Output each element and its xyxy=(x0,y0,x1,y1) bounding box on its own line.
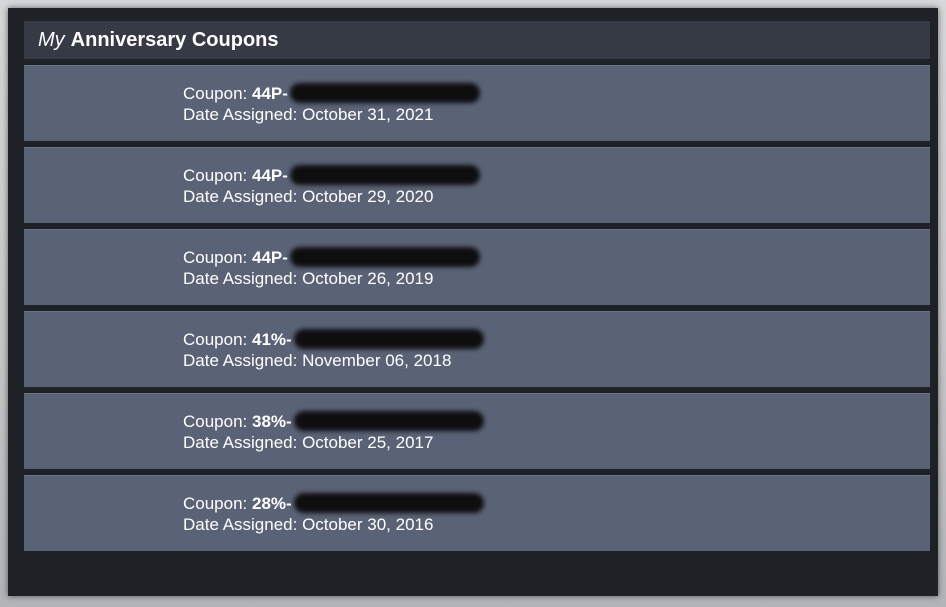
date-assigned-label: Date Assigned: xyxy=(183,351,303,370)
redacted-code xyxy=(289,83,480,103)
panel-header: My Anniversary Coupons xyxy=(24,21,930,59)
date-assigned-label: Date Assigned: xyxy=(183,269,303,288)
date-assigned-value: October 26, 2019 xyxy=(302,269,434,288)
coupon-label: Coupon: xyxy=(183,494,252,513)
coupon-list: Coupon: 44P- Date Assigned: October 31, … xyxy=(24,65,930,557)
coupon-row: Coupon: 44P- Date Assigned: October 31, … xyxy=(24,65,930,141)
redacted-code xyxy=(293,493,484,513)
date-assigned-label: Date Assigned: xyxy=(183,105,303,124)
coupon-row: Coupon: 44P- Date Assigned: October 26, … xyxy=(24,229,930,305)
coupon-label: Coupon: xyxy=(183,84,252,103)
date-assigned-value: October 29, 2020 xyxy=(302,187,434,206)
coupon-label: Coupon: xyxy=(183,248,252,267)
redacted-code xyxy=(289,247,480,267)
redacted-code xyxy=(289,165,480,185)
coupon-row: Coupon: 44P- Date Assigned: October 29, … xyxy=(24,147,930,223)
header-my-label: My xyxy=(38,28,65,51)
coupon-code-prefix: 28%- xyxy=(252,494,292,513)
redacted-code xyxy=(293,329,484,349)
date-assigned-value: October 25, 2017 xyxy=(302,433,434,452)
coupon-label: Coupon: xyxy=(183,166,252,185)
coupon-row: Coupon: 41%- Date Assigned: November 06,… xyxy=(24,311,930,387)
page-title: Anniversary Coupons xyxy=(70,28,279,51)
coupon-code-prefix: 38%- xyxy=(252,412,292,431)
coupon-label: Coupon: xyxy=(183,330,252,349)
coupon-code-prefix: 44P- xyxy=(252,248,288,267)
date-assigned-label: Date Assigned: xyxy=(183,187,303,206)
date-assigned-value: November 06, 2018 xyxy=(302,351,452,370)
coupon-row: Coupon: 38%- Date Assigned: October 25, … xyxy=(24,393,930,469)
redacted-code xyxy=(293,411,484,431)
date-assigned-label: Date Assigned: xyxy=(183,433,303,452)
coupon-code-prefix: 41%- xyxy=(252,330,292,349)
coupon-label: Coupon: xyxy=(183,412,252,431)
date-assigned-label: Date Assigned: xyxy=(183,515,303,534)
coupon-code-prefix: 44P- xyxy=(252,84,288,103)
coupon-row: Coupon: 28%- Date Assigned: October 30, … xyxy=(24,475,930,551)
coupon-code-prefix: 44P- xyxy=(252,166,288,185)
date-assigned-value: October 31, 2021 xyxy=(302,105,434,124)
date-assigned-value: October 30, 2016 xyxy=(302,515,434,534)
